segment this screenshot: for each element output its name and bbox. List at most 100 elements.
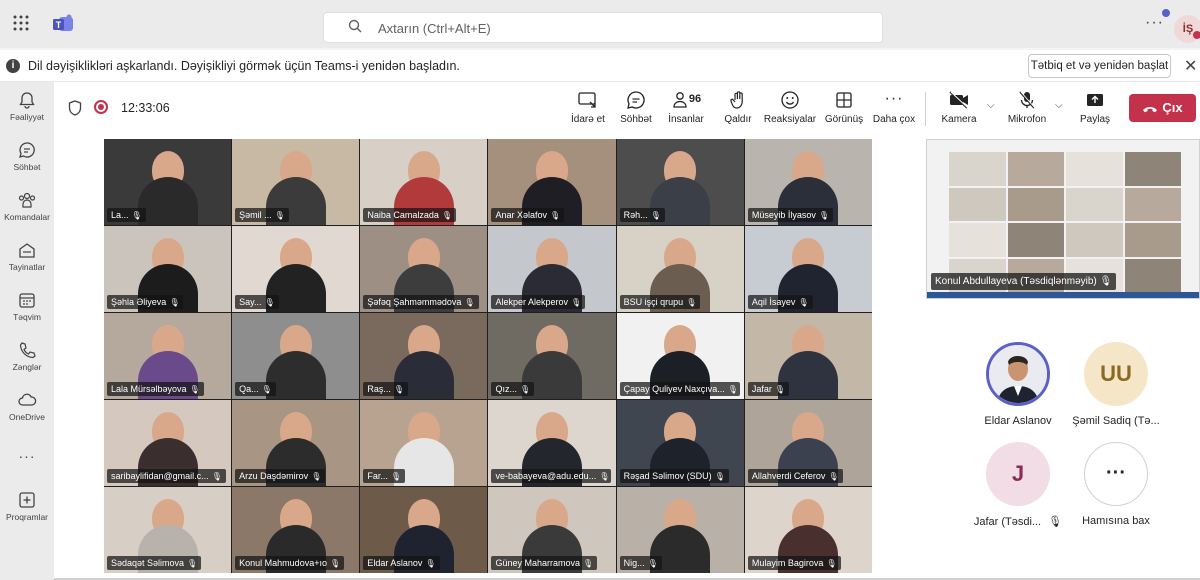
video-tile[interactable]: Rəh... 🎙︎ <box>616 139 744 225</box>
teams-icon <box>18 192 36 208</box>
video-tile[interactable]: saribaylifidan@gmail.c... 🎙︎ <box>104 400 232 486</box>
video-tile[interactable]: Jafar 🎙︎ <box>744 313 872 399</box>
restart-button[interactable]: Tətbiq et və yenidən başlat <box>1028 54 1171 78</box>
shared-screen-tile <box>949 223 1006 257</box>
chevron-down-icon[interactable]: ⌵ <box>987 100 995 111</box>
video-tile[interactable]: Lala Mürsəlbəyova 🎙︎ <box>104 313 232 399</box>
share-control-button[interactable]: İdarə et <box>566 90 610 125</box>
people-count: 96 <box>688 93 702 105</box>
participant-name: Qız... 🎙︎ <box>491 382 535 396</box>
video-tile[interactable]: Eldar Aslanov 🎙︎ <box>360 487 488 573</box>
video-tile[interactable]: Allahverdi Ceferov 🎙︎ <box>744 400 872 486</box>
video-tile[interactable]: Şəmil ... 🎙︎ <box>232 139 360 225</box>
video-tile[interactable]: Güney Maharramova 🎙︎ <box>488 487 616 573</box>
apps-icon <box>19 492 35 508</box>
video-tile[interactable]: Nig... 🎙︎ <box>616 487 744 573</box>
participant-name: Güney Maharramova 🎙︎ <box>491 556 598 570</box>
close-icon[interactable]: ✕ <box>1184 56 1197 76</box>
video-tile[interactable]: Aqil İsayev 🎙︎ <box>744 226 872 312</box>
video-tile[interactable]: Arzu Daşdəmirov 🎙︎ <box>232 400 360 486</box>
roster-participant[interactable]: J Jafar (Təsdi... 🎙︎ <box>968 442 1068 532</box>
chevron-down-icon[interactable]: ⌵ <box>1055 100 1063 111</box>
mic-off-icon: 🎙︎ <box>828 472 839 481</box>
avatar <box>986 342 1050 406</box>
mic-off-icon: 🎙︎ <box>818 211 830 220</box>
chat-button[interactable]: Söhbət <box>616 90 656 125</box>
more-options-icon[interactable]: ··· <box>1145 14 1164 32</box>
video-tile[interactable]: Rəşad Səlimov (SDU) 🎙︎ <box>616 400 744 486</box>
more-label: Daha çox <box>872 114 916 125</box>
calendar-icon <box>19 293 35 308</box>
more-actions-button[interactable]: ··· Daha çox <box>870 90 918 125</box>
rail-item-calls[interactable]: Zənglər <box>0 340 54 372</box>
share-content-button[interactable]: Paylaş <box>1074 90 1116 125</box>
shared-screen-tile <box>1124 187 1181 221</box>
leave-button[interactable]: Çıx <box>1129 94 1196 122</box>
video-tile[interactable]: Naiba Camalzada 🎙︎ <box>360 139 488 225</box>
roster-participant[interactable]: Eldar Aslanov <box>968 342 1068 432</box>
participant-name: Şəhla Əliyeva 🎙︎ <box>107 295 184 309</box>
video-tile[interactable]: Qız... 🎙︎ <box>488 313 616 399</box>
participant-name: Şəfəq Şahməmmədova 🎙︎ <box>363 295 479 309</box>
participant-name: BSU işçi qrupu 🎙︎ <box>619 295 701 309</box>
participant-name-text: Rəşad Səlimov (SDU) <box>623 471 712 481</box>
rail-item-assignments[interactable]: Tayinatlar <box>0 240 54 272</box>
banner-message: Dil dəyişiklikləri aşkarlandı. Dəyişikli… <box>28 59 460 73</box>
video-tile[interactable]: ve-babayeva@adu.edu... 🎙︎ <box>488 400 616 486</box>
view-button[interactable]: Görünüş <box>822 90 866 125</box>
raise-hand-button[interactable]: Qaldır <box>718 90 758 125</box>
video-tile[interactable]: Konul Mahmudova+ıo 🎙︎ <box>232 487 360 573</box>
video-tile[interactable]: BSU işçi qrupu 🎙︎ <box>616 226 744 312</box>
app-launcher-icon[interactable] <box>12 14 34 36</box>
people-button[interactable]: 96 İnsanlar <box>664 90 708 125</box>
camera-button[interactable]: Kamera <box>938 90 980 125</box>
reactions-button[interactable]: Reaksiyalar <box>762 90 818 125</box>
rail-item-more[interactable]: ··· <box>0 446 54 464</box>
rail-item-onedrive[interactable]: OneDrive <box>0 390 54 422</box>
rail-item-chat[interactable]: Söhbət <box>0 140 54 172</box>
people-label: İnsanlar <box>668 114 704 125</box>
video-tile[interactable]: Sədaqət Səlimova 🎙︎ <box>104 487 232 573</box>
mic-off-icon: 🎙︎ <box>131 211 142 220</box>
rail-item-calendar[interactable]: Təqvim <box>0 290 54 322</box>
rail-item-teams[interactable]: Komandalar <box>0 190 54 222</box>
mic-off-icon: 🎙︎ <box>390 472 401 481</box>
participant-name: Lala Mürsəlbəyova 🎙︎ <box>107 382 204 396</box>
camera-off-icon <box>949 91 969 109</box>
rail-item-activity[interactable]: Fəaliyyət <box>0 90 54 122</box>
video-tile[interactable]: Mulayim Bagirova 🎙︎ <box>744 487 872 573</box>
rail-item-apps[interactable]: Proqramlar <box>0 490 54 522</box>
video-tile[interactable]: La... 🎙︎ <box>104 139 232 225</box>
participant-name: Raş... 🎙︎ <box>363 382 408 396</box>
participant-name: Alekper Alekperov 🎙︎ <box>491 295 586 309</box>
video-tile[interactable]: Çapay Quliyev Naxçıva... 🎙︎ <box>616 313 744 399</box>
mic-off-icon: 🎙︎ <box>425 559 436 568</box>
participant-name-text: Arzu Daşdəmirov <box>239 471 309 481</box>
mic-off-icon: 🎙︎ <box>1099 276 1113 287</box>
search-input[interactable]: Axtarın (Ctrl+Alt+E) <box>323 12 883 43</box>
video-tile[interactable]: Şəhla Əliyeva 🎙︎ <box>104 226 232 312</box>
shared-screen-tile <box>1124 152 1181 186</box>
participant-name: Rəh... 🎙︎ <box>619 208 665 222</box>
shared-screen[interactable]: Konul Abdullayeva (Təsdiqlənməyib) 🎙︎ <box>926 139 1200 299</box>
video-tile[interactable]: Raş... 🎙︎ <box>360 313 488 399</box>
video-tile[interactable]: Qa... 🎙︎ <box>232 313 360 399</box>
video-tile[interactable]: Far... 🎙︎ <box>360 400 488 486</box>
more-icon: ··· <box>884 90 904 107</box>
see-all-button[interactable]: ··· Hamısına bax <box>1066 442 1166 532</box>
presenter-name: Konul Abdullayeva (Təsdiqlənməyib) 🎙︎ <box>931 273 1117 290</box>
video-tile[interactable]: Anar Xəlafov 🎙︎ <box>488 139 616 225</box>
roster-participant[interactable]: UU Şəmil Sadiq (Tə... <box>1066 342 1166 432</box>
participant-name-text: Far... <box>367 471 388 481</box>
video-tile[interactable]: Müseyib İlyasov 🎙︎ <box>744 139 872 225</box>
mic-off-icon: 🎙︎ <box>571 298 582 307</box>
video-tile[interactable]: Alekper Alekperov 🎙︎ <box>488 226 616 312</box>
participant-name-text: Naiba Camalzada <box>367 210 439 220</box>
video-tile[interactable]: Şəfəq Şahməmmədova 🎙︎ <box>360 226 488 312</box>
grid-view-icon <box>836 92 852 108</box>
mic-button[interactable]: Mikrofon <box>1004 90 1050 125</box>
participant-name-text: Konul Mahmudova+ıo <box>239 558 327 568</box>
video-tile[interactable]: Say... 🎙︎ <box>232 226 360 312</box>
participant-name: Nig... 🎙︎ <box>619 556 662 570</box>
shared-screen-tile <box>1007 187 1064 221</box>
